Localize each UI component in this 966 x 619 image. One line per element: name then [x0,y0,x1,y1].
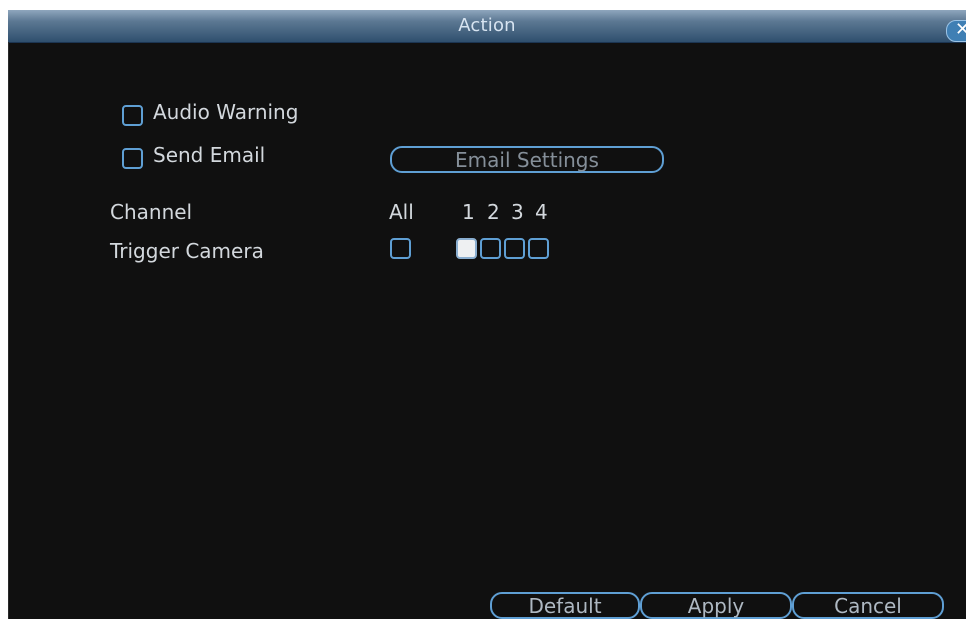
close-button[interactable]: ✕ [946,19,966,42]
channel-label: Channel [110,200,193,224]
audio-warning-checkbox[interactable] [122,105,143,126]
trigger-camera-label: Trigger Camera [110,239,264,263]
trigger-all-checkbox[interactable] [390,238,411,259]
dialog-title: Action [458,15,516,36]
trigger-camera-1-checkbox[interactable] [456,238,477,259]
email-settings-button[interactable]: Email Settings [390,146,664,173]
send-email-label: Send Email [153,143,266,167]
default-button[interactable]: Default [490,592,640,619]
trigger-camera-3-checkbox[interactable] [504,238,525,259]
apply-button[interactable]: Apply [640,592,792,619]
trigger-camera-2-checkbox[interactable] [480,238,501,259]
channel-header-3: 3 [511,200,524,224]
cancel-button[interactable]: Cancel [792,592,944,619]
divider [8,42,9,619]
channel-header-4: 4 [535,200,548,224]
title-bar: Action ✕ [8,10,966,43]
send-email-checkbox[interactable] [122,148,143,169]
trigger-camera-4-checkbox[interactable] [528,238,549,259]
close-icon: ✕ [955,19,966,40]
channel-header-2: 2 [487,200,500,224]
action-dialog: Action ✕ Audio Warning Send Email Email … [8,10,966,619]
channel-header-1: 1 [462,200,475,224]
audio-warning-label: Audio Warning [153,100,299,124]
channel-header-all: All [389,200,414,224]
